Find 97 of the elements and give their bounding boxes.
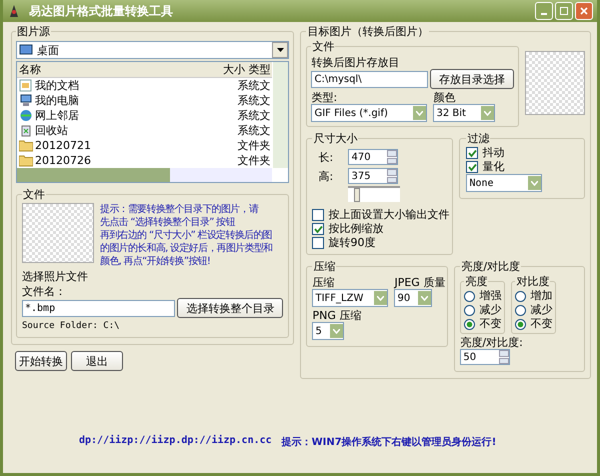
chevron-down-icon [333,328,340,334]
checkbox-option[interactable]: 抖动 [466,146,504,160]
network-icon [19,109,33,122]
file-list-item[interactable]: 网上邻居 系统文 [17,108,272,123]
radio-option[interactable]: 减少 [464,303,502,317]
radio-button[interactable] [515,318,526,330]
computer-icon [19,94,33,107]
chevron-down-icon [531,180,538,186]
png-dropdown[interactable]: 5 [312,322,344,340]
checkbox[interactable] [312,209,324,221]
checkbox[interactable] [466,147,478,159]
field-label: 选择照片文件 [22,270,89,283]
file-list-item[interactable]: 回收站 系统文 [17,123,272,138]
checkbox-option[interactable]: 量化 [466,160,504,174]
radio-option[interactable]: 增加 [515,289,552,303]
file-list-item[interactable]: 我的电脑 系统文 [17,93,272,108]
checkbox-option[interactable]: 按比例缩放 [312,222,384,236]
source-folder-text: Source Folder: C:\ [22,321,121,331]
field-label: 类型: [311,91,338,104]
chevron-down-icon [416,110,424,116]
radio-option[interactable]: 增强 [464,289,502,303]
chevron-down-icon [377,296,384,300]
window-title: 易达图片格式批量转换工具 [29,2,174,20]
maximize-icon [560,7,568,15]
folder-dropdown[interactable]: 桌面 [16,41,290,59]
file-list-item[interactable]: 20120721 文件夹 [17,138,272,153]
group-label: 亮度 [464,274,488,289]
image-preview [525,51,585,115]
checkbox-option[interactable]: 旋转90度 [312,236,376,250]
group-label: 对比度 [515,274,550,289]
vertical-scrollbar[interactable] [273,62,288,168]
field-label: 文件名： [22,285,67,298]
checkbox[interactable] [466,161,478,173]
horizontal-scrollbar[interactable] [17,168,272,182]
radio-button[interactable] [464,290,476,302]
jpeg-quality-dropdown[interactable]: 90 [394,289,432,307]
group-label: 图片源 [16,24,51,39]
website-text: dp://iizp://iizp.dp://iizp.cn.cc [79,435,272,448]
field-label: PNG 压缩 [312,309,362,322]
action-button[interactable]: 退出 [71,351,123,371]
minimize-button[interactable] [535,2,553,20]
maximize-button[interactable] [555,2,573,20]
checkbox[interactable] [312,237,324,249]
radio-button[interactable] [515,290,526,302]
app-icon [7,4,21,18]
documents-icon [19,79,33,92]
radio-option[interactable]: 不变 [464,317,502,331]
scale-slider[interactable] [348,186,400,202]
tiff-dropdown[interactable]: TIFF_LZW [312,289,388,307]
field-label: 转换后图片存放目 [311,56,400,69]
group-label: 尺寸大小 [312,131,358,146]
field-label: 亮度/对比度: [460,336,524,349]
group-label: 过滤 [466,131,490,146]
slider-thumb[interactable] [354,188,360,202]
tip-text: 提示：WIN7操作系统下右键以管理员身份运行! [282,436,496,449]
image-preview [22,203,94,263]
field-label: 颜色 [433,91,456,104]
file-list-item[interactable]: 我的文档 系统文 [17,78,272,93]
filename-field[interactable]: *.bmp [22,300,176,316]
field-label: 压缩 [312,276,336,289]
column-header[interactable]: 大小 类型 [220,62,272,77]
choose-folder-button[interactable]: 选择转换整个目录 [177,298,284,318]
output-folder-field[interactable]: C:\mysql\ [311,70,428,88]
radio-button[interactable] [515,304,526,316]
field-label: 高: [317,168,334,184]
group-label: 压缩 [312,259,336,274]
column-header[interactable]: 名称 [17,62,43,77]
group-label: 文件 [22,187,46,202]
field-label: JPEG 质量 [394,276,446,289]
close-button[interactable] [575,2,593,20]
radio-option[interactable]: 不变 [515,317,552,331]
group-label: 文件 [311,39,336,54]
desktop-icon [19,44,33,56]
file-list-item[interactable]: 20120726 文件夹 [17,153,272,168]
chevron-down-icon [421,296,428,300]
browse-button[interactable]: 存放目录选择 [430,69,514,89]
action-button[interactable]: 开始转换 [15,351,67,371]
caret-icon [276,48,284,52]
group-label: 目标图片（转换后图片） [306,24,430,39]
checkbox-option[interactable]: 按上面设置大小输出文件 [312,208,450,222]
filter-dropdown[interactable]: None [466,174,542,192]
type-dropdown[interactable]: GIF Files (*.gif) [311,104,428,122]
recycle-icon [19,124,33,137]
chevron-down-icon [484,110,492,116]
group-label: 亮度/对比度 [460,259,522,274]
color-dropdown[interactable]: 32 Bit [433,104,496,122]
hint-text: 提示：需要转换整个目录下的图片，请 先点击 “选择转换整个目录” 按钮 再到右边的 “尺寸大小” 栏设定转换后的图 的图片的长和高, 设定好后，再图片类型和 颜色, 再点“开始转换”按钮! [100,203,272,268]
brightness-spinner[interactable]: 50 [460,349,510,365]
radio-button[interactable] [464,318,476,330]
close-icon [580,7,588,15]
height-spinner[interactable]: 375 [348,168,398,184]
length-spinner[interactable]: 470 [348,149,398,165]
folder-icon [19,139,33,152]
checkbox[interactable] [312,223,324,235]
radio-button[interactable] [464,304,476,316]
radio-option[interactable]: 减少 [515,303,552,317]
field-label: 长: [317,150,334,164]
